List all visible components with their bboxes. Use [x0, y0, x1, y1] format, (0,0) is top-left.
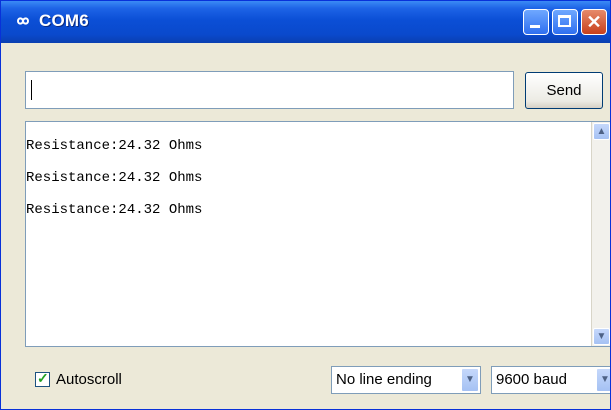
window-title: COM6: [39, 11, 89, 30]
line-ending-value: No line ending: [336, 371, 432, 388]
chevron-down-icon: ▼: [600, 374, 610, 385]
maximize-icon: [558, 15, 571, 27]
output-line: Resistance:24.32 Ohms: [26, 202, 203, 218]
line-ending-select[interactable]: No line ending ▼: [331, 366, 481, 394]
scroll-down-button[interactable]: ▼: [593, 328, 610, 345]
infinity-icon: [16, 17, 30, 25]
chevron-down-icon: ▼: [465, 374, 475, 385]
dropdown-arrow-button[interactable]: ▼: [596, 368, 610, 392]
chevron-down-icon: ▼: [596, 331, 607, 342]
baud-rate-value: 9600 baud: [496, 371, 567, 388]
maximize-button[interactable]: [552, 9, 578, 35]
output-line: Resistance:24.32 Ohms: [26, 138, 203, 154]
status-bar: ✓ Autoscroll No line ending ▼ 9600 baud …: [25, 357, 610, 409]
autoscroll-label: Autoscroll: [56, 371, 122, 388]
minimize-icon: [530, 25, 540, 28]
close-icon: ✕: [586, 12, 602, 32]
minimize-button[interactable]: [523, 9, 549, 35]
output-line: Resistance:24.32 Ohms: [26, 170, 203, 186]
scroll-up-button[interactable]: ▲: [593, 123, 610, 140]
serial-input[interactable]: [25, 71, 514, 109]
close-button[interactable]: ✕: [581, 9, 607, 35]
output-lines: Resistance:24.32 Ohms Resistance:24.32 O…: [26, 130, 202, 226]
vertical-scrollbar[interactable]: ▲ ▼: [591, 122, 610, 346]
checkmark-icon: ✓: [37, 370, 49, 386]
dropdown-arrow-button[interactable]: ▼: [461, 368, 479, 392]
send-button[interactable]: Send: [525, 72, 603, 109]
baud-rate-select[interactable]: 9600 baud ▼: [491, 366, 610, 394]
autoscroll-checkbox[interactable]: ✓: [35, 370, 50, 387]
title-bar[interactable]: COM6 ✕: [1, 1, 610, 43]
text-caret: [31, 80, 32, 100]
serial-monitor-window: COM6 ✕ Send Resistance:24.32 Ohms Resist…: [0, 0, 611, 410]
chevron-up-icon: ▲: [596, 126, 607, 137]
serial-output[interactable]: Resistance:24.32 Ohms Resistance:24.32 O…: [25, 121, 610, 347]
